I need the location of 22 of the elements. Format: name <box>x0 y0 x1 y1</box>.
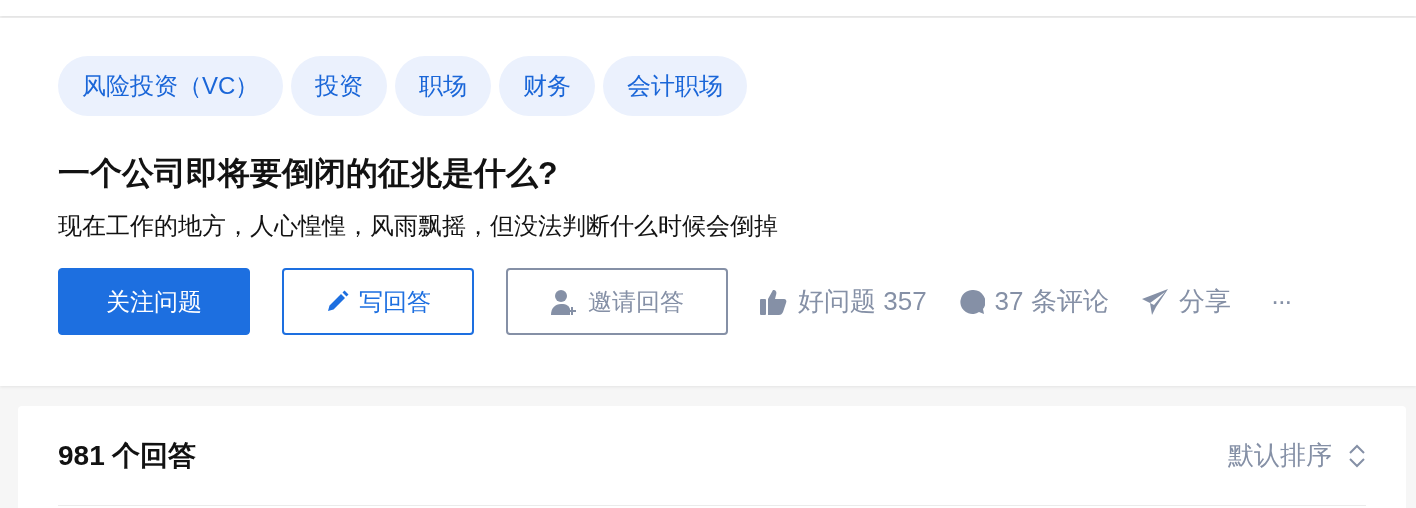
topic-tag[interactable]: 风险投资（VC） <box>58 56 284 116</box>
answer-count: 981 个回答 <box>58 438 197 473</box>
comments-button[interactable]: 37 条评论 <box>958 282 1109 322</box>
thumbs-up-icon <box>760 288 788 315</box>
sort-dropdown[interactable]: 默认排序 <box>1228 436 1366 475</box>
question-description: 现在工作的地方，人心惶惶，风雨飘摇，但没法判断什么时候会倒掉 <box>58 211 779 242</box>
paper-plane-icon <box>1140 287 1169 316</box>
follow-button[interactable]: 关注问题 <box>58 268 250 336</box>
pencil-icon <box>325 289 349 314</box>
sort-icon <box>1348 442 1366 469</box>
topic-tag[interactable]: 财务 <box>499 56 596 116</box>
share-button[interactable]: 分享 <box>1140 282 1231 322</box>
add-user-icon <box>550 287 578 316</box>
good-question-button[interactable]: 好问题 357 <box>760 282 927 322</box>
invite-button[interactable]: 邀请回答 <box>506 268 728 336</box>
more-button[interactable]: ··· <box>1270 282 1291 322</box>
topic-tag[interactable]: 会计职场 <box>603 56 748 116</box>
question-title: 一个公司即将要倒闭的征兆是什么? <box>58 154 559 193</box>
topic-tag[interactable]: 职场 <box>395 56 492 116</box>
write-answer-button[interactable]: 写回答 <box>282 268 474 336</box>
topic-tag[interactable]: 投资 <box>291 56 388 116</box>
comment-icon <box>958 288 985 315</box>
